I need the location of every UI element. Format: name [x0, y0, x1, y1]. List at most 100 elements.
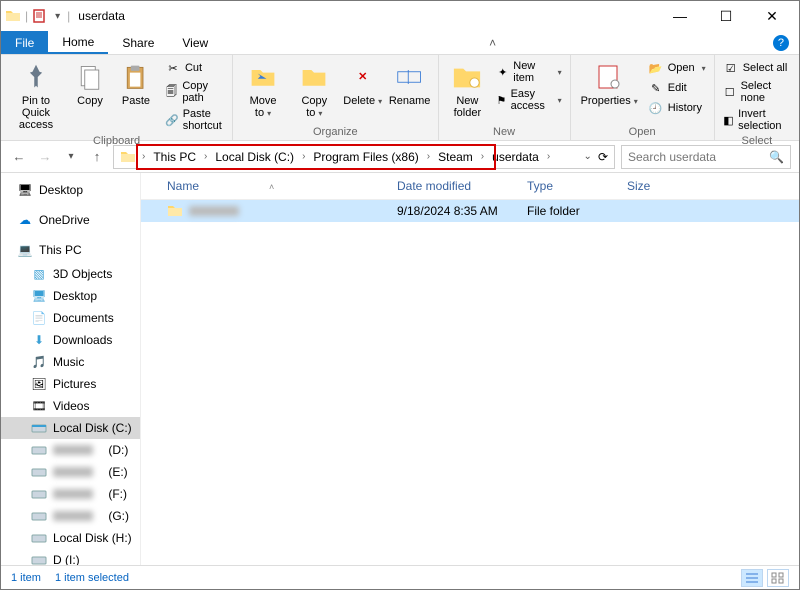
group-open: Properties 📂Open ✎Edit 🕘History Open [571, 55, 715, 140]
invert-selection-button[interactable]: ◧Invert selection [721, 107, 793, 133]
paste-button[interactable]: Paste [115, 59, 157, 109]
file-row[interactable]: 9/18/2024 8:35 AM File folder [141, 200, 799, 222]
recent-locations-button[interactable]: ▾ [61, 145, 81, 169]
navigation-pane[interactable]: 🖥Desktop ☁OneDrive 💻This PC ▧3D Objects … [1, 173, 141, 565]
sidebar-item-drive-d[interactable]: (D:) [1, 439, 140, 461]
sidebar-item-onedrive[interactable]: ☁OneDrive [1, 209, 140, 231]
drive-icon [31, 420, 47, 436]
chevron-right-icon[interactable]: › [545, 151, 552, 162]
sidebar-item-pictures[interactable]: 🖼Pictures [1, 373, 140, 395]
scissors-icon: ✂ [165, 60, 181, 76]
copy-button[interactable]: Copy [69, 59, 111, 109]
sidebar-item-3d-objects[interactable]: ▧3D Objects [1, 263, 140, 285]
select-none-button[interactable]: ☐Select none [721, 79, 793, 105]
location-folder-icon [120, 149, 136, 165]
onedrive-icon: ☁ [17, 212, 33, 228]
chevron-right-icon[interactable]: › [140, 151, 147, 162]
chevron-right-icon[interactable]: › [425, 151, 432, 162]
status-item-count: 1 item [11, 572, 41, 584]
sidebar-item-drive-i[interactable]: D (I:) [1, 549, 140, 565]
properties-button[interactable]: Properties [577, 59, 642, 109]
sidebar-item-drive-f[interactable]: (F:) [1, 483, 140, 505]
qat-dropdown-icon[interactable]: ▾ [52, 11, 63, 22]
copy-path-button[interactable]: 🗐Copy path [163, 79, 226, 105]
close-button[interactable]: ✕ [749, 1, 795, 31]
chevron-right-icon[interactable]: › [202, 151, 209, 162]
details-view-button[interactable] [741, 569, 763, 587]
pin-to-quick-access-button[interactable]: Pin to Quick access [7, 59, 65, 133]
history-icon: 🕘 [648, 100, 664, 116]
objects3d-icon: ▧ [31, 266, 47, 282]
copy-to-button[interactable]: Copy to [291, 59, 338, 121]
tab-view[interactable]: View [168, 31, 222, 54]
paste-shortcut-button[interactable]: 🔗Paste shortcut [163, 107, 226, 133]
column-headers[interactable]: Name˄ Date modified Type Size [141, 173, 799, 200]
sidebar-item-desktop[interactable]: 🖥Desktop [1, 179, 140, 201]
address-bar[interactable]: › This PC › Local Disk (C:) › Program Fi… [113, 145, 615, 169]
col-date[interactable]: Date modified [389, 173, 519, 199]
sort-asc-icon: ˄ [269, 182, 274, 192]
sidebar-item-local-c[interactable]: Local Disk (C:) [1, 417, 140, 439]
breadcrumb-seg[interactable]: userdata [488, 150, 543, 164]
move-to-button[interactable]: Move to [239, 59, 287, 121]
breadcrumb-seg[interactable]: Local Disk (C:) [211, 150, 298, 164]
delete-button[interactable]: ✕ Delete [342, 59, 384, 109]
downloads-icon: ⬇ [31, 332, 47, 348]
maximize-button[interactable]: ☐ [703, 1, 749, 31]
col-size[interactable]: Size [619, 173, 699, 199]
search-placeholder: Search userdata [628, 150, 716, 164]
up-button[interactable]: ↑ [87, 145, 107, 169]
status-bar: 1 item 1 item selected [1, 565, 799, 589]
file-list[interactable]: Name˄ Date modified Type Size 9/18/2024 … [141, 173, 799, 565]
refresh-button[interactable]: ⟳ [598, 150, 608, 164]
folder-icon [5, 8, 21, 24]
col-type[interactable]: Type [519, 173, 619, 199]
ribbon-collapse-icon[interactable]: ˄ [479, 31, 506, 54]
sidebar-item-videos[interactable]: 🎞Videos [1, 395, 140, 417]
tab-home[interactable]: Home [48, 31, 108, 54]
select-all-button[interactable]: ☑Select all [721, 59, 793, 77]
tab-file[interactable]: File [1, 31, 48, 54]
pictures-icon: 🖼 [31, 376, 47, 392]
easy-access-button[interactable]: ⚑Easy access [494, 87, 563, 113]
group-label-open: Open [577, 124, 708, 138]
sidebar-item-this-pc[interactable]: 💻This PC [1, 239, 140, 261]
help-button[interactable]: ? [763, 31, 799, 54]
properties-icon[interactable] [32, 8, 48, 24]
search-input[interactable]: Search userdata 🔍 [621, 145, 791, 169]
sidebar-item-drive-e[interactable]: (E:) [1, 461, 140, 483]
new-folder-button[interactable]: New folder [445, 59, 491, 121]
forward-button[interactable]: → [35, 145, 55, 169]
chevron-right-icon[interactable]: › [479, 151, 486, 162]
chevron-right-icon[interactable]: › [300, 151, 307, 162]
ribbon-tabs: File Home Share View ˄ ? [1, 31, 799, 55]
ribbon: Pin to Quick access Copy Paste ✂Cut 🗐Cop… [1, 55, 799, 141]
this-pc-icon: 💻 [17, 242, 33, 258]
icons-view-button[interactable] [767, 569, 789, 587]
col-name[interactable]: Name˄ [159, 173, 389, 199]
breadcrumb-seg[interactable]: This PC [149, 150, 200, 164]
edit-icon: ✎ [648, 80, 664, 96]
new-item-button[interactable]: ✦New item [494, 59, 563, 85]
rename-button[interactable]: Rename [388, 59, 432, 109]
cut-button[interactable]: ✂Cut [163, 59, 226, 77]
address-bar-row: ← → ▾ ↑ › This PC › Local Disk (C:) › Pr… [1, 141, 799, 173]
open-button[interactable]: 📂Open [646, 59, 708, 77]
sidebar-item-documents[interactable]: 📄Documents [1, 307, 140, 329]
minimize-button[interactable]: — [657, 1, 703, 31]
sidebar-item-music[interactable]: 🎵Music [1, 351, 140, 373]
drive-icon [31, 486, 47, 502]
sidebar-item-drive-g[interactable]: (G:) [1, 505, 140, 527]
tab-share[interactable]: Share [108, 31, 168, 54]
sidebar-item-desktop2[interactable]: 🖥Desktop [1, 285, 140, 307]
sidebar-item-drive-h[interactable]: Local Disk (H:) [1, 527, 140, 549]
breadcrumb-seg[interactable]: Steam [434, 150, 477, 164]
history-button[interactable]: 🕘History [646, 99, 708, 117]
breadcrumb-seg[interactable]: Program Files (x86) [309, 150, 422, 164]
edit-button[interactable]: ✎Edit [646, 79, 708, 97]
sidebar-item-downloads[interactable]: ⬇Downloads [1, 329, 140, 351]
address-dropdown-icon[interactable]: ⌄ [584, 151, 592, 162]
videos-icon: 🎞 [31, 398, 47, 414]
search-icon: 🔍 [769, 150, 784, 164]
back-button[interactable]: ← [9, 145, 29, 169]
